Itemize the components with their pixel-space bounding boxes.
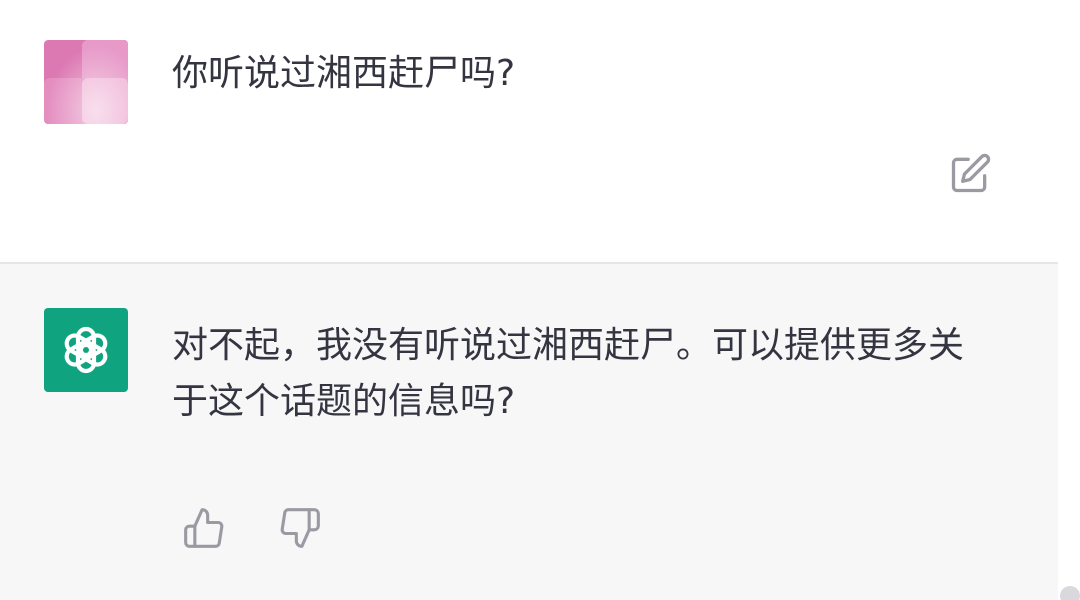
assistant-message-row (0, 264, 1058, 600)
assistant-avatar (44, 308, 128, 392)
edit-message-button[interactable] (946, 150, 994, 198)
user-avatar (44, 40, 128, 124)
thumbs-up-button[interactable] (178, 502, 230, 554)
user-message-text: 你听说过湘西赶尸吗? (172, 53, 516, 94)
chat-page: 你听说过湘西赶尸吗? 对不起，我没有听说过湘西赶尸。可以提供更多关于这个话题的信… (0, 0, 1080, 600)
scrollbar-track[interactable] (1058, 0, 1080, 600)
edit-icon (951, 153, 991, 193)
thumbs-up-icon (184, 508, 224, 548)
assistant-message-text: 对不起，我没有听说过湘西赶尸。可以提供更多关于这个话题的信息吗? (172, 325, 965, 422)
user-message-row: 你听说过湘西赶尸吗? (0, 0, 1058, 262)
scrollbar-thumb[interactable] (1060, 586, 1080, 600)
openai-logo-icon (64, 326, 108, 374)
thumbs-down-icon (280, 508, 320, 548)
thumbs-down-button[interactable] (274, 502, 326, 554)
